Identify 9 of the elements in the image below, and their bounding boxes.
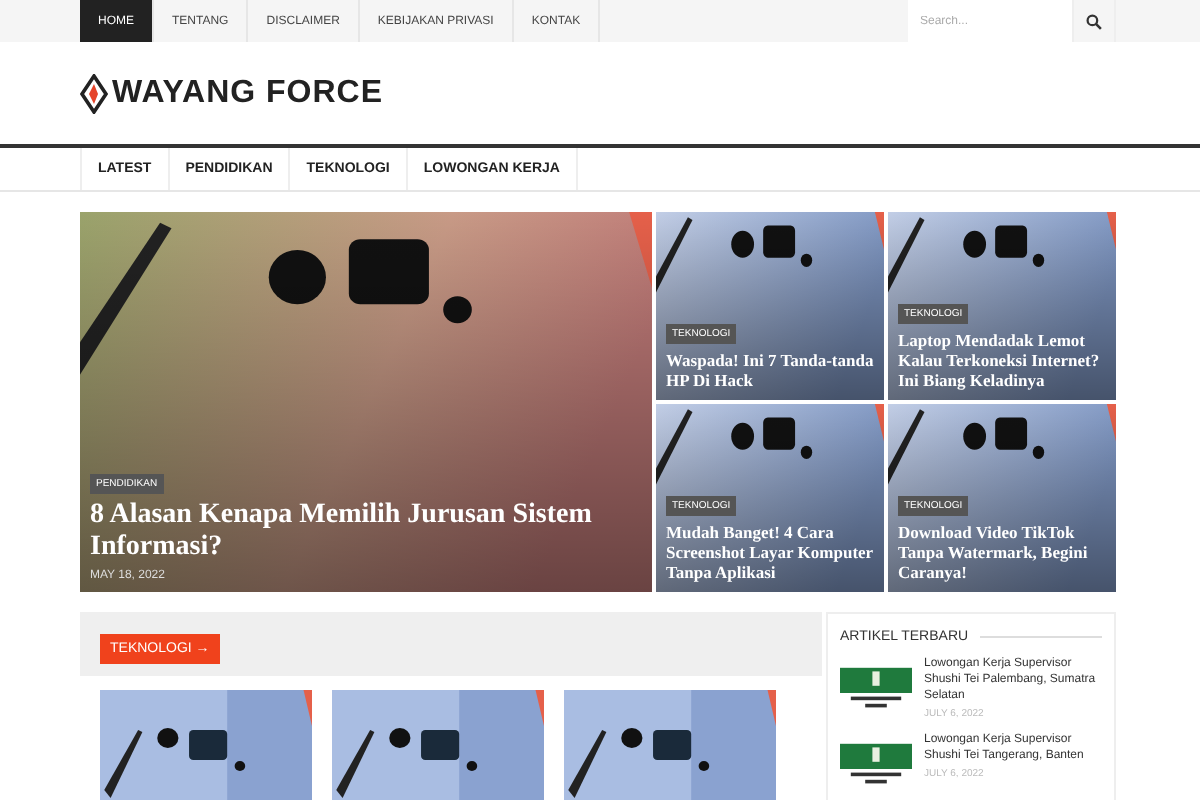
post-title[interactable]: Waspada! Ini 7 Tanda-tanda HP Di Hack — [666, 350, 876, 390]
post-title[interactable]: Laptop Mendadak Lemot Kalau Terkoneksi Internet? Ini Biang Keladinya — [898, 330, 1108, 390]
post-title[interactable]: Download Video TikTok Tanpa Watermark, Begini Caranya! — [898, 522, 1108, 582]
post-title[interactable]: 8 Alasan Kenapa Memilih Jurusan Sistem Informasi? — [90, 500, 644, 564]
post-title[interactable]: Mudah Banget! 4 Cara Screenshot Layar Komputer Tanpa Aplikasi — [666, 522, 876, 582]
search-icon — [1086, 13, 1102, 29]
search-button[interactable] — [1072, 0, 1116, 42]
site-logo[interactable]: WAYANG FORCE — [112, 75, 384, 111]
logo-icon — [80, 73, 108, 113]
